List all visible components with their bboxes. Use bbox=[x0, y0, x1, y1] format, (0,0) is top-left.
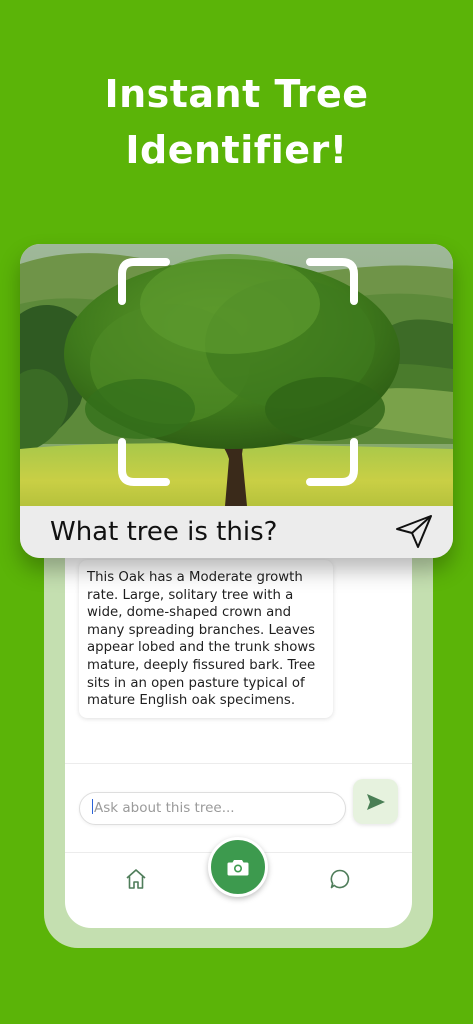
question-text: What tree is this? bbox=[50, 517, 278, 547]
home-icon[interactable] bbox=[125, 868, 147, 890]
text-caret bbox=[92, 799, 93, 814]
composer-divider bbox=[65, 763, 412, 764]
phone-screen: This Oak has a Moderate growth rate. Lar… bbox=[65, 530, 412, 928]
send-button[interactable] bbox=[353, 779, 398, 824]
camera-button[interactable] bbox=[208, 837, 268, 897]
headline-line-1: Instant Tree bbox=[104, 72, 369, 116]
question-bar: What tree is this? bbox=[20, 506, 453, 558]
headline-line-2: Identifier! bbox=[125, 128, 348, 172]
tree-photo bbox=[20, 244, 453, 506]
paper-plane-icon[interactable] bbox=[394, 514, 434, 550]
ask-input[interactable]: Ask about this tree... bbox=[79, 792, 346, 825]
chat-bubble-icon[interactable] bbox=[329, 868, 351, 890]
camera-icon bbox=[227, 860, 249, 876]
headline: Instant Tree Identifier! bbox=[0, 66, 473, 178]
tree-scan-card: What tree is this? bbox=[20, 244, 453, 558]
send-arrow-icon bbox=[366, 793, 385, 810]
answer-bubble: This Oak has a Moderate growth rate. Lar… bbox=[79, 560, 333, 718]
ask-input-placeholder: Ask about this tree... bbox=[94, 800, 235, 816]
